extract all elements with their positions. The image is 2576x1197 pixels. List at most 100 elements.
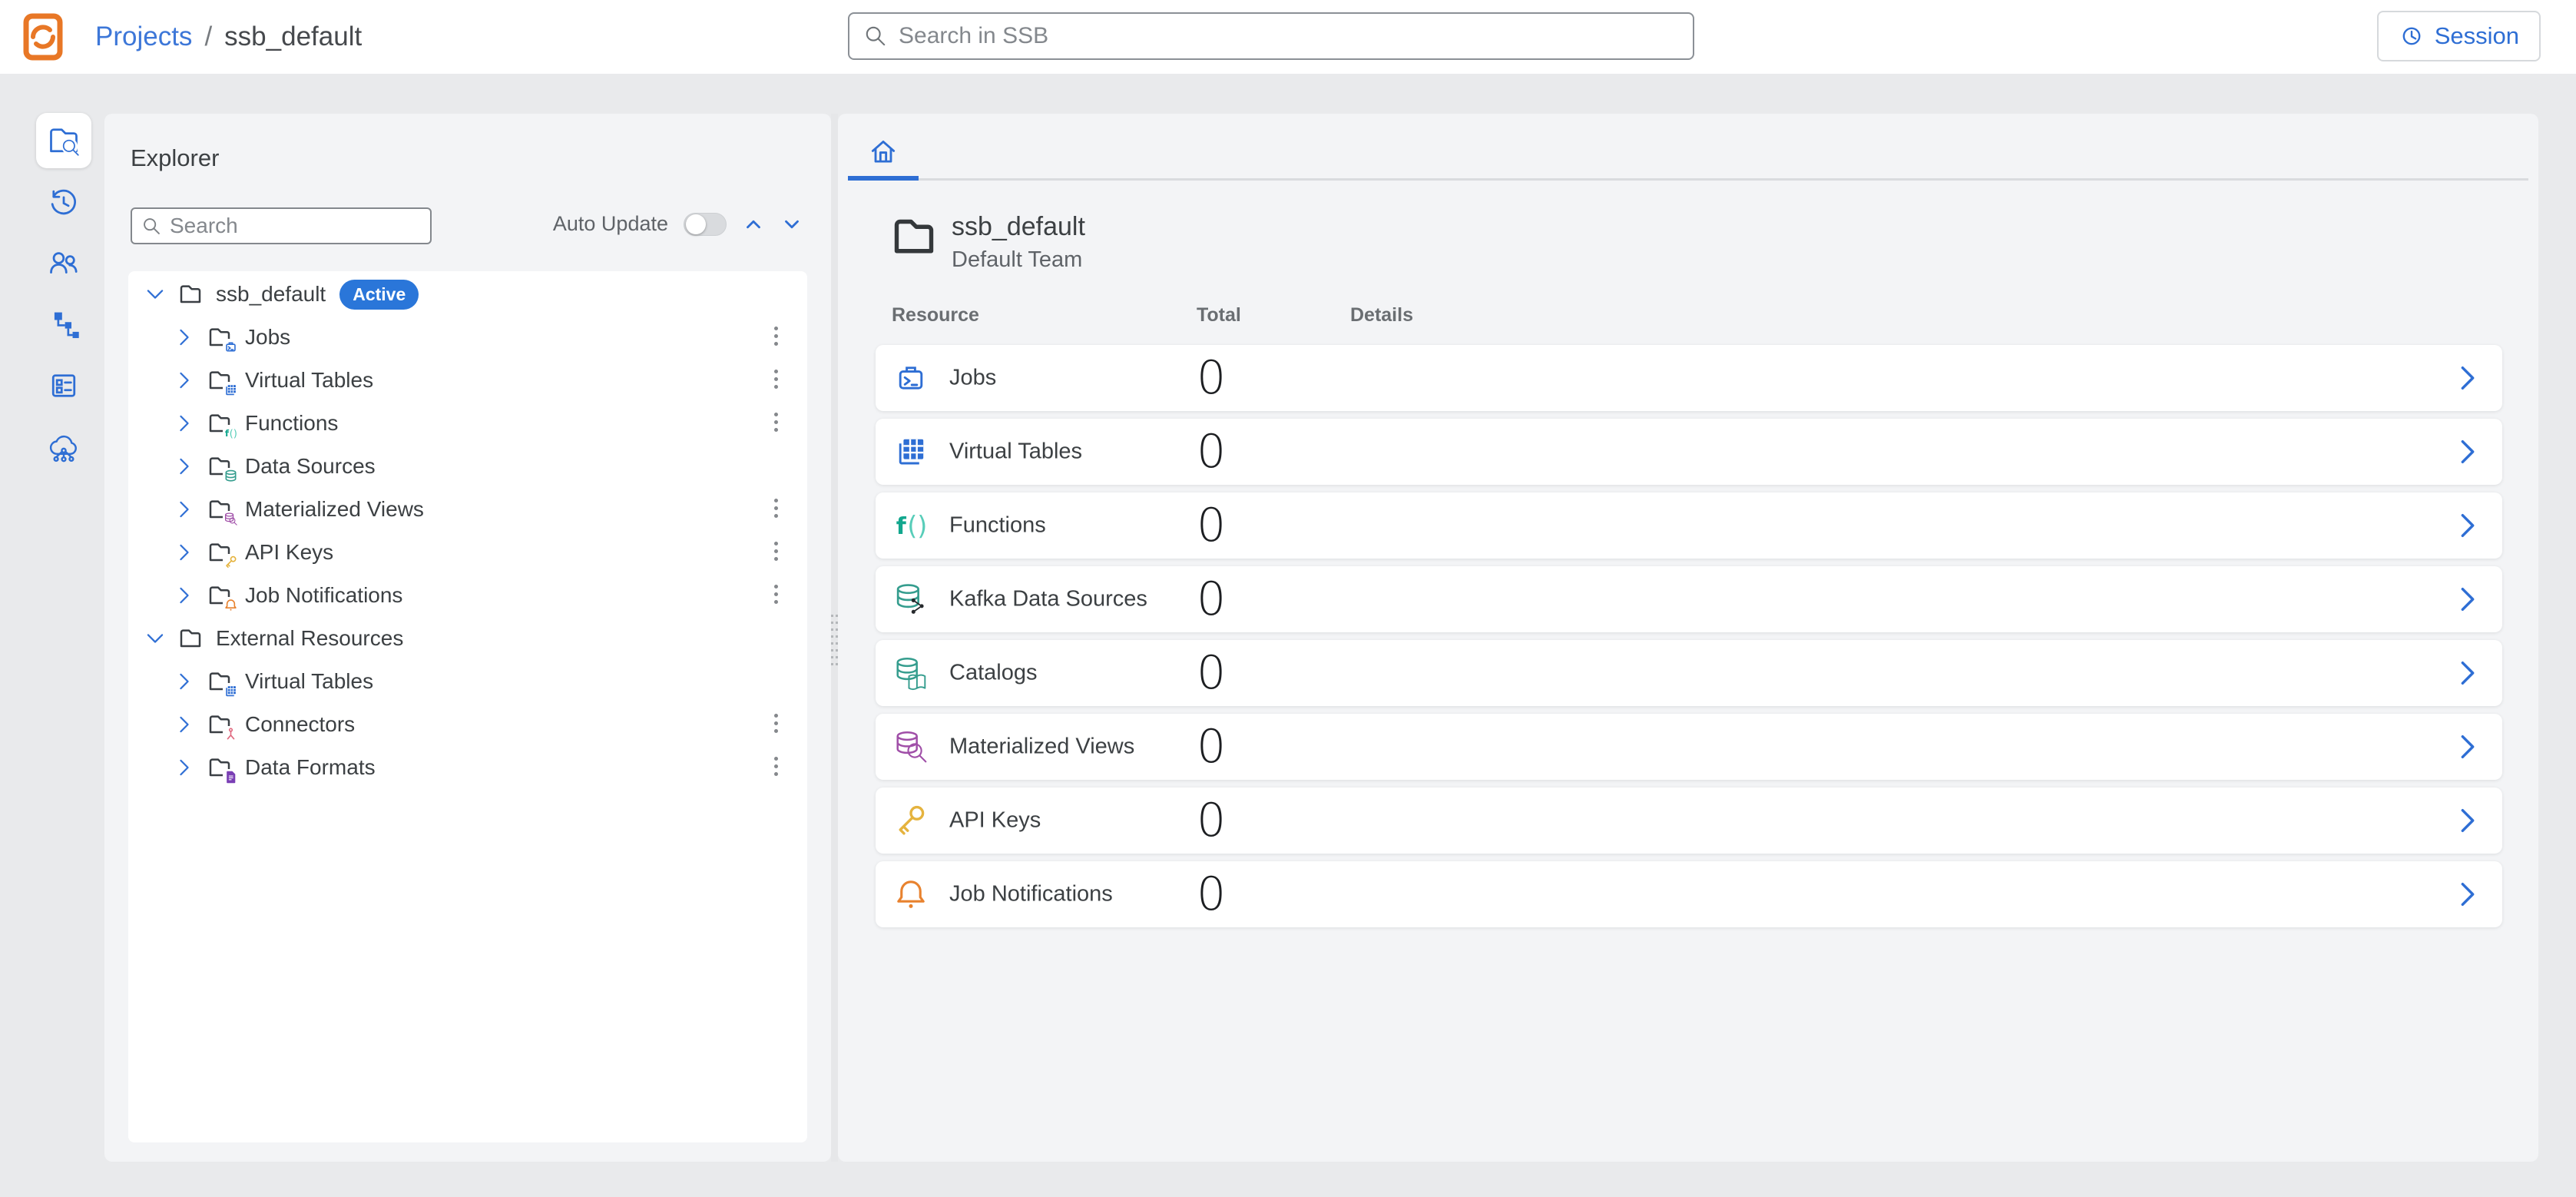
expand-all-icon[interactable] [780,213,803,236]
users-icon[interactable] [47,246,81,280]
resource-total: 0 [1197,425,1226,479]
folder-search-icon [47,124,81,158]
resource-total: 0 [1197,646,1226,700]
home-icon [867,135,899,167]
kebab-menu-icon[interactable] [764,754,787,781]
tree-item-external-resources[interactable]: External Resources [128,617,807,660]
breadcrumb: Projects / ssb_default [95,0,362,74]
chevron-right-icon[interactable] [174,499,194,519]
chevron-right-icon[interactable] [2453,437,2482,466]
resource-row-catalogs[interactable]: Catalogs 0 [876,640,2502,706]
tree-item-label: Connectors [245,712,355,737]
explorer-search-input[interactable] [170,214,421,238]
tree-item-ext-virtual-tables[interactable]: Virtual Tables [128,660,807,703]
folder-icon [207,454,233,479]
main-panel: ssb_default Default Team Resource Total … [838,114,2538,1162]
tree-item-label: Virtual Tables [245,669,373,694]
tree-item-job-notifications[interactable]: Job Notifications [128,574,807,617]
folder-icon [207,540,233,565]
resource-row-functions[interactable]: Functions 0 [876,492,2502,559]
kebab-menu-icon[interactable] [764,366,787,394]
resource-row-api-keys[interactable]: API Keys 0 [876,788,2502,854]
tree-item-connectors[interactable]: Connectors [128,703,807,746]
resource-row-materialized-views[interactable]: Materialized Views 0 [876,714,2502,780]
resource-row-kafka-data-sources[interactable]: Kafka Data Sources 0 [876,566,2502,632]
tree-item-label: Functions [245,411,338,436]
chevron-right-icon[interactable] [2453,585,2482,614]
tree-item-data-formats[interactable]: Data Formats [128,746,807,789]
folder-icon [177,626,204,651]
resource-total: 0 [1197,794,1226,847]
folder-icon [207,583,233,608]
collapse-all-icon[interactable] [742,213,765,236]
resource-label: Jobs [949,366,996,391]
bell-icon [223,597,239,613]
chevron-down-icon[interactable] [145,284,165,304]
table-grid-icon [223,683,239,699]
chevron-right-icon[interactable] [174,327,194,347]
global-search-input[interactable] [899,23,1679,49]
history-icon[interactable] [47,186,81,220]
kebab-menu-icon[interactable] [764,711,787,738]
chevron-right-icon[interactable] [2453,806,2482,835]
tree-item-virtual-tables[interactable]: Virtual Tables [128,359,807,402]
rail-item-explorer[interactable] [36,113,91,168]
kebab-menu-icon[interactable] [764,410,787,437]
chevron-right-icon[interactable] [174,456,194,476]
tree-item-label: Virtual Tables [245,368,373,393]
ssb-logo-icon[interactable] [23,13,63,61]
chevron-down-icon[interactable] [145,628,165,648]
chevron-right-icon[interactable] [2453,363,2482,393]
flow-icon[interactable] [47,307,81,341]
chevron-right-icon[interactable] [2453,880,2482,909]
session-button[interactable]: Session [2377,11,2541,61]
tree-item-label: Materialized Views [245,497,424,522]
folder-icon [207,411,233,436]
breadcrumb-projects-link[interactable]: Projects [95,22,192,52]
tree-item-api-keys[interactable]: API Keys [128,531,807,574]
tree-item-functions[interactable]: Functions [128,402,807,445]
forms-icon[interactable] [47,369,81,403]
resource-label: Virtual Tables [949,439,1082,465]
resource-row-job-notifications[interactable]: Job Notifications 0 [876,861,2502,927]
tree-item-materialized-views[interactable]: Materialized Views [128,488,807,531]
panel-resize-handle[interactable] [831,114,838,1162]
tab-home[interactable] [848,126,919,177]
jobs-terminal-icon [223,339,239,355]
tree-item-label: API Keys [245,540,333,565]
resource-label: Functions [949,513,1046,539]
folder-icon [207,669,233,694]
folder-icon [207,712,233,737]
cloud-cluster-icon[interactable] [47,430,81,464]
kebab-menu-icon[interactable] [764,323,787,351]
tree-item-ssb-default[interactable]: ssb_default Active [128,273,807,316]
chevron-right-icon[interactable] [2453,732,2482,761]
bell-icon [892,876,929,913]
tree-item-label: External Resources [216,626,403,651]
tree-item-data-sources[interactable]: Data Sources [128,445,807,488]
kebab-menu-icon[interactable] [764,496,787,523]
auto-update-toggle[interactable] [684,213,727,236]
chevron-right-icon[interactable] [2453,511,2482,540]
chevron-right-icon[interactable] [174,413,194,433]
tree-item-jobs[interactable]: Jobs [128,316,807,359]
explorer-title: Explorer [131,144,219,172]
resource-row-jobs[interactable]: Jobs 0 [876,345,2502,411]
chevron-right-icon[interactable] [174,671,194,691]
tree-item-label: Data Formats [245,755,376,780]
clock-icon [2399,23,2425,49]
chevron-right-icon[interactable] [174,370,194,390]
column-header-total: Total [1197,304,1241,327]
chevron-right-icon[interactable] [174,758,194,778]
tree-item-label: Jobs [245,325,290,350]
function-icon [892,507,929,544]
chevron-right-icon[interactable] [174,715,194,734]
kebab-menu-icon[interactable] [764,539,787,566]
resource-row-virtual-tables[interactable]: Virtual Tables 0 [876,419,2502,485]
kebab-menu-icon[interactable] [764,582,787,609]
chevron-right-icon[interactable] [2453,658,2482,688]
table-grid-icon [223,382,239,398]
resource-total: 0 [1197,499,1226,552]
chevron-right-icon[interactable] [174,585,194,605]
chevron-right-icon[interactable] [174,542,194,562]
